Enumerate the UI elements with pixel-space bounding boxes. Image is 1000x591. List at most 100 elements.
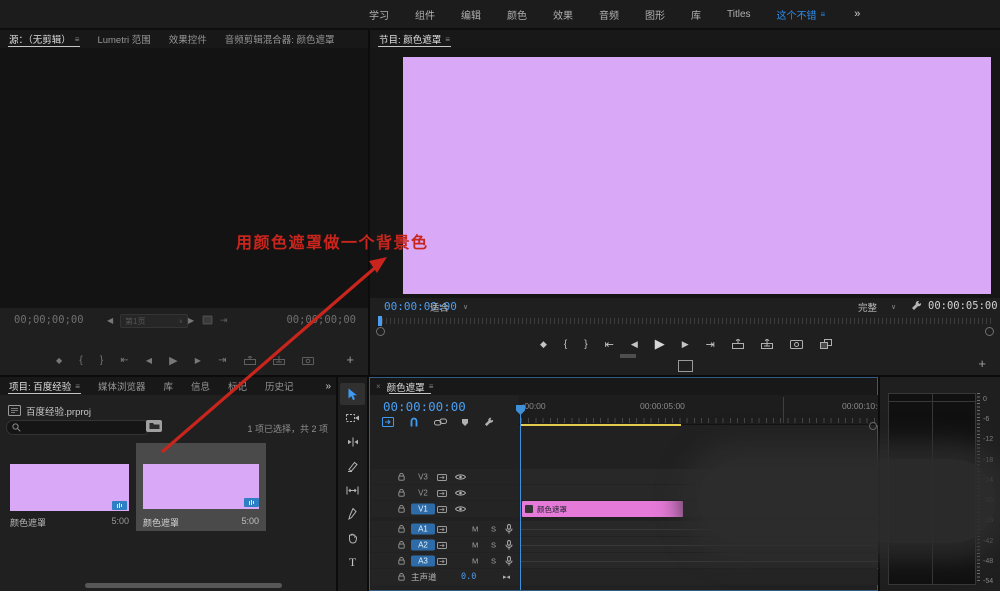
workspace-tab-color[interactable]: 颜色 (494, 7, 540, 22)
project-file-name[interactable]: 百度经验.prproj (26, 404, 91, 418)
horizontal-scrollbar[interactable] (85, 583, 282, 588)
transport-scroll-thumb[interactable] (620, 354, 636, 358)
comparison-view-icon[interactable] (678, 360, 693, 372)
search-box[interactable] (6, 420, 150, 435)
selection-tool[interactable] (340, 383, 365, 405)
new-bin-button[interactable] (146, 420, 162, 432)
clip-thumbnail[interactable] (143, 464, 259, 509)
lock-icon[interactable] (397, 573, 406, 582)
mute-button[interactable]: M (472, 540, 478, 549)
playhead-line[interactable] (520, 408, 521, 590)
mic-icon[interactable] (505, 556, 513, 566)
source-monitor-view[interactable] (0, 48, 368, 308)
fit-track-icon[interactable]: ▸◂ (503, 573, 510, 581)
workspace-tab-graphics[interactable]: 图形 (632, 7, 678, 22)
search-input[interactable] (21, 422, 144, 434)
workspace-tab-learn[interactable]: 学习 (356, 7, 402, 22)
settings-wrench-icon[interactable] (911, 300, 922, 311)
panel-menu-icon[interactable]: ≡ (821, 10, 826, 19)
mute-button[interactable]: M (472, 556, 478, 565)
export-frame-icon[interactable] (302, 356, 314, 365)
panel-menu-icon[interactable]: ≡ (75, 35, 80, 44)
lock-icon[interactable] (397, 540, 406, 549)
snap-magnet-icon[interactable] (409, 417, 419, 427)
add-button-icon[interactable]: + (346, 352, 354, 367)
tab-source[interactable]: 源：（无剪辑）≡ (0, 30, 88, 48)
playback-resolution-select[interactable]: 完整 ∨ (858, 300, 896, 314)
add-marker-icon[interactable] (461, 418, 469, 427)
panel-menu-icon[interactable]: ≡ (429, 382, 434, 391)
lock-icon[interactable] (397, 472, 406, 481)
next-page-icon[interactable]: ▶ (188, 316, 194, 325)
lock-icon[interactable] (397, 524, 406, 533)
go-to-out-icon[interactable]: ⇥ (706, 338, 715, 351)
go-to-in-icon[interactable]: ⇤ (605, 338, 614, 351)
go-to-in-icon[interactable]: ⇤ (120, 355, 128, 366)
tab-program[interactable]: 节目: 颜色遮罩≡ (370, 30, 459, 48)
solo-button[interactable]: S (491, 524, 496, 533)
mark-out-icon[interactable]: } (584, 339, 587, 350)
mark-out-icon[interactable]: } (100, 355, 103, 366)
timeline-settings-wrench-icon[interactable] (484, 417, 494, 427)
linked-selection-icon[interactable] (434, 418, 447, 426)
scrollbar-end-handle[interactable] (869, 422, 877, 430)
zoom-handle-line[interactable] (783, 397, 784, 423)
play-icon[interactable]: ▶ (169, 354, 177, 367)
clip-name[interactable]: 颜色遮罩 (143, 516, 179, 529)
program-scrubber[interactable] (378, 318, 992, 324)
slip-tool[interactable] (340, 479, 365, 501)
extract-icon[interactable] (761, 339, 773, 349)
play-icon[interactable]: ▶ (655, 336, 665, 352)
tab-libraries[interactable]: 库 (154, 377, 182, 395)
toggle-track-output-icon[interactable] (455, 505, 466, 513)
tab-project[interactable]: 项目: 百度经验≡ (0, 377, 89, 395)
timeline-timecode[interactable]: 00:00:00:00 (383, 399, 466, 414)
go-to-out-icon[interactable]: ⇥ (218, 355, 226, 366)
tab-overflow-icon[interactable]: » (325, 381, 331, 392)
work-area-bar[interactable] (521, 424, 681, 426)
lock-icon[interactable] (397, 556, 406, 565)
mic-icon[interactable] (505, 524, 513, 534)
clip-name[interactable]: 颜色遮罩 (10, 516, 46, 529)
timeline-ruler[interactable]: :00:00 00:00:05:00 00:00:10:0 (519, 395, 878, 425)
razor-tool[interactable] (340, 455, 365, 477)
workspace-tab-titles[interactable]: Titles (714, 9, 764, 20)
track-select-forward-tool[interactable] (340, 407, 365, 429)
panel-menu-icon[interactable]: ≡ (75, 382, 80, 391)
overwrite-icon[interactable] (273, 356, 285, 365)
scrubber-handle-left[interactable] (376, 327, 385, 336)
hand-tool[interactable] (340, 527, 365, 549)
sync-lock-icon[interactable] (437, 525, 447, 533)
workspace-tab-assembly[interactable]: 组件 (402, 7, 448, 22)
toggle-track-output-icon[interactable] (455, 489, 466, 497)
ripple-edit-tool[interactable] (340, 431, 365, 453)
program-monitor-view[interactable] (370, 48, 1000, 298)
track-label[interactable]: V1 (411, 504, 435, 515)
timeline-clip[interactable]: 颜色遮罩 (522, 501, 683, 517)
step-forward-icon[interactable]: ▶ (682, 339, 689, 350)
sync-lock-icon[interactable] (437, 473, 447, 481)
workspace-overflow-icon[interactable]: » (854, 8, 860, 20)
export-frame-icon[interactable] (790, 339, 803, 349)
tab-effect-controls[interactable]: 效果控件 (160, 30, 216, 48)
tab-markers[interactable]: 标记 (219, 377, 256, 395)
track-lane-a3[interactable] (520, 553, 878, 568)
mark-in-icon[interactable]: { (79, 355, 82, 366)
settings-grid-icon[interactable] (202, 315, 213, 325)
master-track-label[interactable]: 主声道 (411, 571, 437, 583)
step-back-icon[interactable]: ◀ (631, 339, 638, 350)
tab-media-browser[interactable]: 媒体浏览器 (89, 377, 155, 395)
step-forward-icon[interactable]: ▶ (195, 356, 201, 365)
solo-button[interactable]: S (491, 540, 496, 549)
sync-lock-icon[interactable] (437, 541, 447, 549)
pen-tool[interactable] (340, 503, 365, 525)
mute-button[interactable]: M (472, 524, 478, 533)
track-label[interactable]: A2 (411, 539, 435, 550)
scrubber-handle-right[interactable] (985, 327, 994, 336)
drag-av-icon[interactable]: ⇥ (220, 315, 228, 326)
tab-info[interactable]: 信息 (182, 377, 219, 395)
clip-badge[interactable] (244, 498, 259, 507)
tab-sequence[interactable]: 颜色遮罩≡ (381, 378, 440, 395)
track-lane-master[interactable] (520, 569, 878, 585)
add-marker-icon[interactable]: ◆ (540, 339, 547, 350)
